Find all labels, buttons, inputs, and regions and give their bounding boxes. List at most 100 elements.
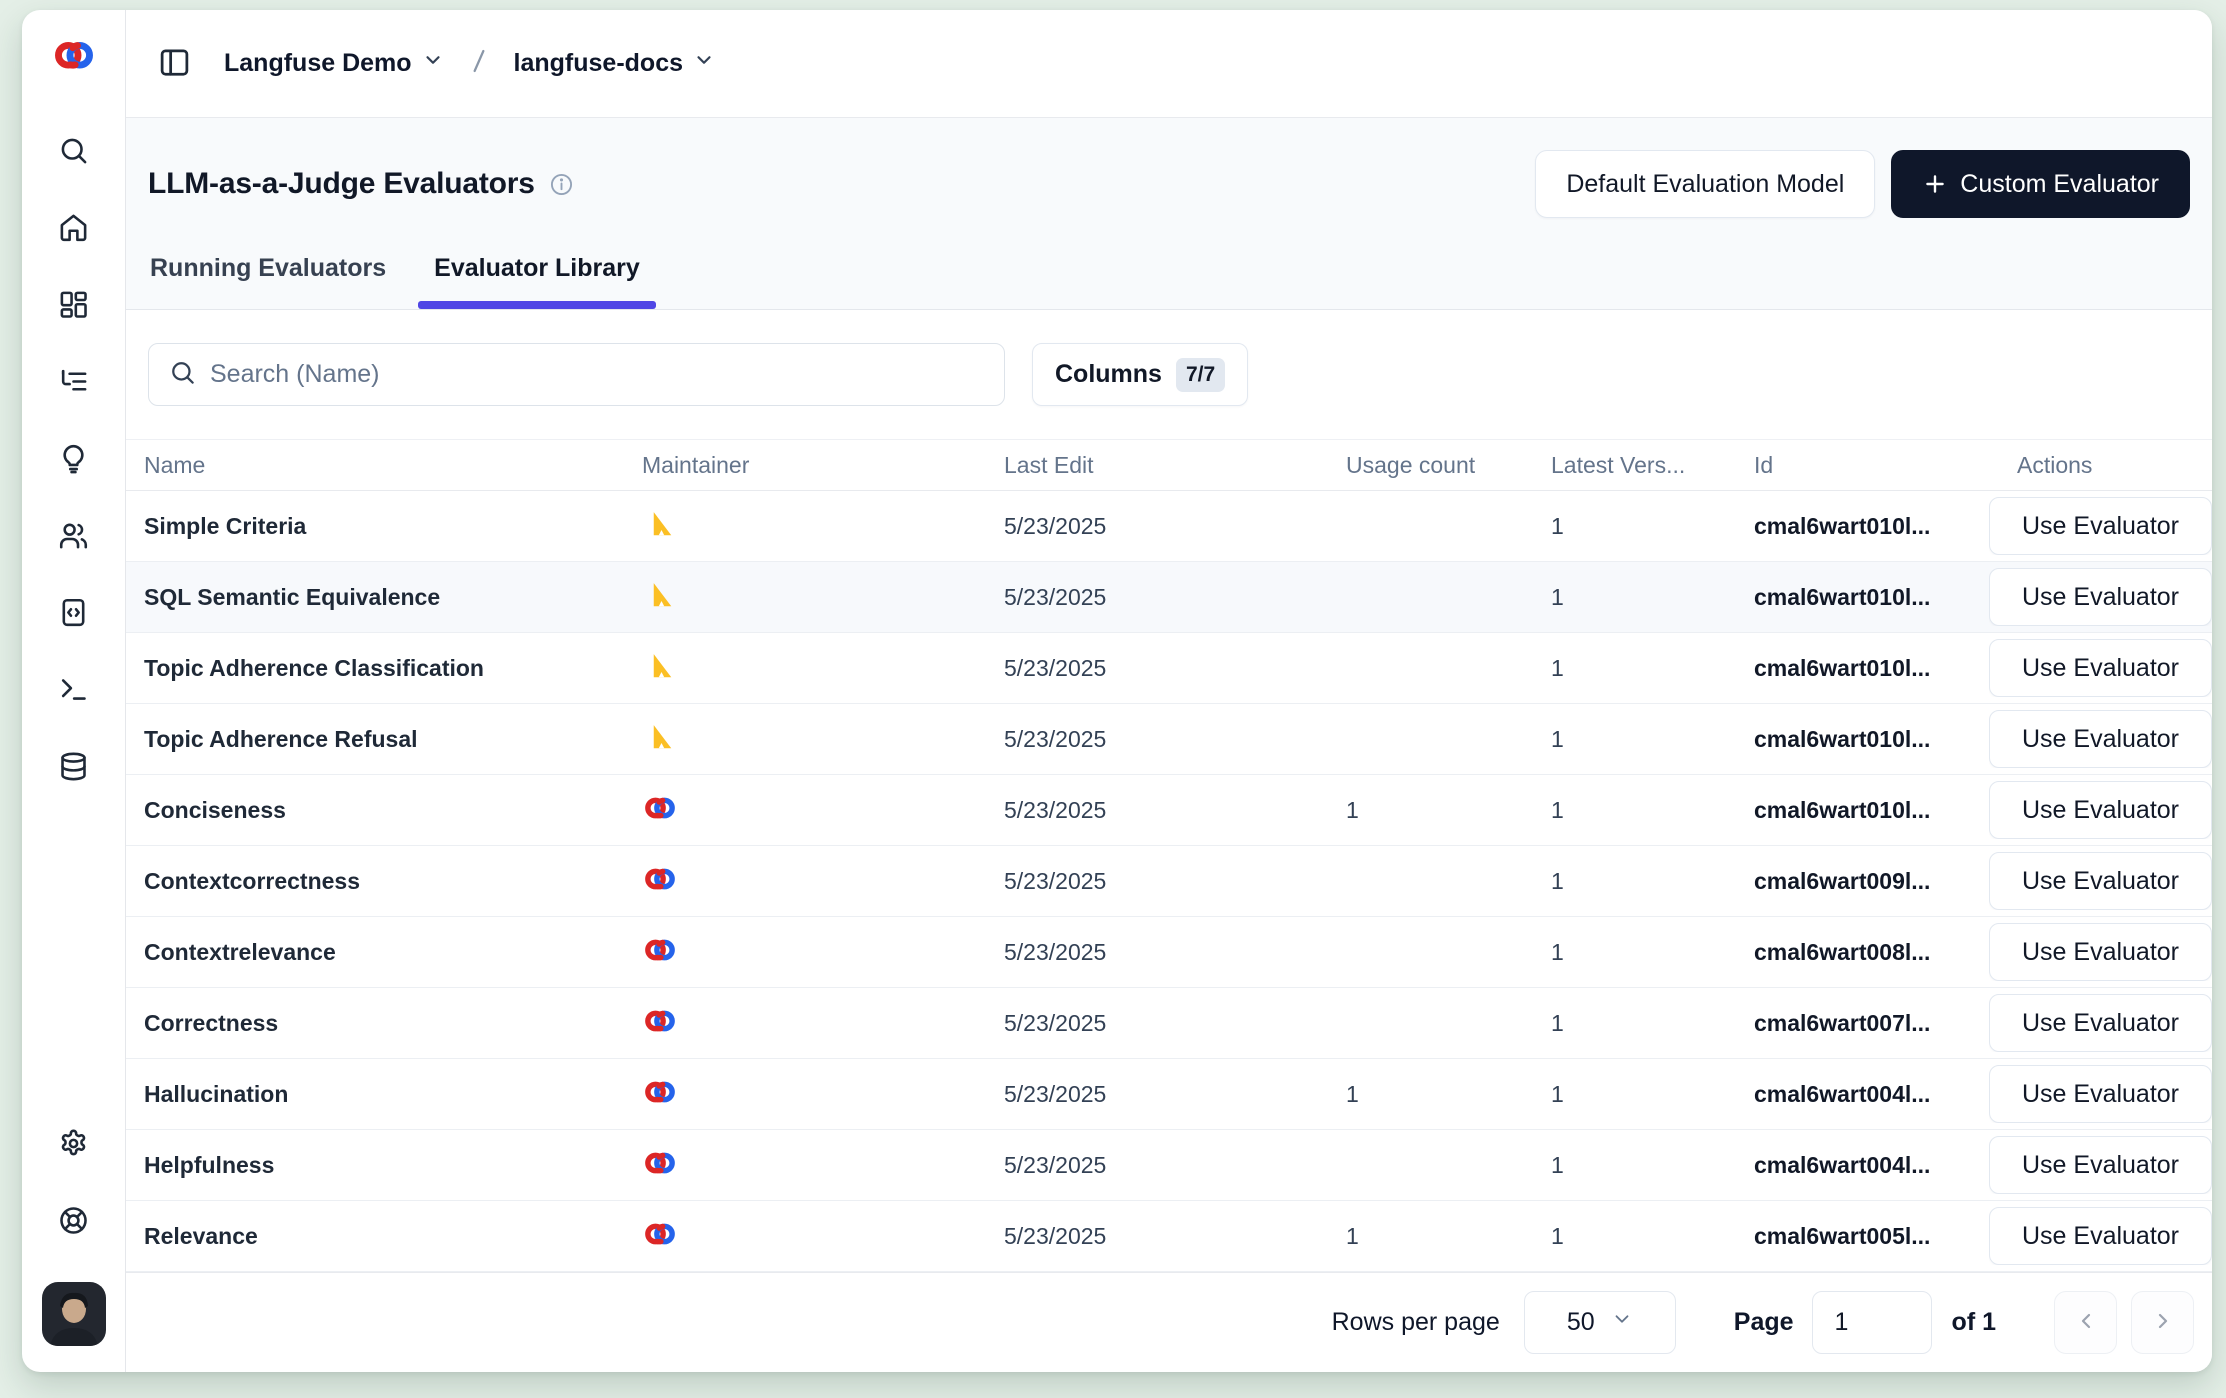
- org-switcher[interactable]: Langfuse Demo: [214, 41, 454, 86]
- columns-button[interactable]: Columns 7/7: [1032, 343, 1248, 406]
- last-edit-date: 5/23/2025: [1004, 868, 1346, 895]
- langfuse-logo-icon: [642, 935, 678, 965]
- column-header-maintainer[interactable]: Maintainer: [642, 452, 1004, 479]
- langfuse-logo-icon: [642, 793, 678, 823]
- usage-count: 1: [1346, 797, 1551, 824]
- use-evaluator-button[interactable]: Use Evaluator: [1989, 923, 2212, 981]
- table-row[interactable]: SQL Semantic Equivalence5/23/20251cmal6w…: [126, 562, 2212, 633]
- sidebar-item-data[interactable]: [52, 744, 96, 788]
- custom-evaluator-button[interactable]: Custom Evaluator: [1891, 150, 2190, 218]
- langfuse-logo-icon: [642, 1077, 678, 1107]
- evaluator-name: Hallucination: [126, 1081, 642, 1108]
- langfuse-logo-icon[interactable]: [51, 36, 97, 74]
- terminal-icon: [58, 674, 89, 705]
- use-evaluator-button[interactable]: Use Evaluator: [1989, 1136, 2212, 1194]
- last-edit-date: 5/23/2025: [1004, 1223, 1346, 1250]
- table-row[interactable]: Hallucination5/23/202511cmal6wart004l...…: [126, 1059, 2212, 1130]
- sidebar-item-datasets[interactable]: [52, 590, 96, 634]
- page-number-input[interactable]: [1812, 1291, 1932, 1354]
- use-evaluator-button[interactable]: Use Evaluator: [1989, 497, 2212, 555]
- latest-version: 1: [1551, 1223, 1754, 1250]
- chevron-left-icon: [2074, 1309, 2098, 1336]
- page-header: LLM-as-a-Judge Evaluators Default Evalua…: [126, 118, 2212, 310]
- tab-running-evaluators[interactable]: Running Evaluators: [150, 244, 386, 309]
- evaluator-id: cmal6wart008l...: [1754, 939, 1989, 966]
- use-evaluator-button[interactable]: Use Evaluator: [1989, 710, 2212, 768]
- chevron-down-icon: [422, 49, 444, 78]
- table-toolbar: Columns 7/7: [126, 310, 2212, 439]
- latest-version: 1: [1551, 584, 1754, 611]
- table-row[interactable]: Topic Adherence Classification5/23/20251…: [126, 633, 2212, 704]
- evaluator-id: cmal6wart010l...: [1754, 797, 1989, 824]
- use-evaluator-button[interactable]: Use Evaluator: [1989, 1065, 2212, 1123]
- column-header-id[interactable]: Id: [1754, 452, 1989, 479]
- column-header-actions: Actions: [1989, 452, 2212, 479]
- evaluator-name: Relevance: [126, 1223, 642, 1250]
- user-avatar[interactable]: [42, 1282, 106, 1346]
- column-header-latest-version[interactable]: Latest Vers...: [1551, 452, 1754, 479]
- topbar: Langfuse Demo langfuse-docs: [126, 10, 2212, 118]
- lifebuoy-icon: [58, 1205, 89, 1236]
- column-header-name[interactable]: Name: [126, 452, 642, 479]
- use-evaluator-button[interactable]: Use Evaluator: [1989, 568, 2212, 626]
- project-switcher[interactable]: langfuse-docs: [504, 41, 725, 86]
- sidebar-item-tracing[interactable]: [52, 359, 96, 403]
- sidebar-item-dashboards[interactable]: [52, 282, 96, 326]
- search-input[interactable]: [210, 360, 984, 389]
- latest-version: 1: [1551, 513, 1754, 540]
- home-icon: [58, 212, 89, 243]
- rows-per-page-label: Rows per page: [1332, 1308, 1500, 1337]
- sidebar-toggle-button[interactable]: [152, 42, 196, 86]
- table-row[interactable]: Helpfulness5/23/20251cmal6wart004l...Use…: [126, 1130, 2212, 1201]
- use-evaluator-button[interactable]: Use Evaluator: [1989, 1207, 2212, 1265]
- sidebar-item-home[interactable]: [52, 205, 96, 249]
- sidebar-item-support[interactable]: [52, 1198, 96, 1242]
- evaluator-id: cmal6wart004l...: [1754, 1081, 1989, 1108]
- chevron-right-icon: [2151, 1309, 2175, 1336]
- table-row[interactable]: Contextrelevance5/23/20251cmal6wart008l.…: [126, 917, 2212, 988]
- last-edit-date: 5/23/2025: [1004, 1152, 1346, 1179]
- evaluator-name: SQL Semantic Equivalence: [126, 584, 642, 611]
- previous-page-button[interactable]: [2054, 1291, 2117, 1354]
- use-evaluator-button[interactable]: Use Evaluator: [1989, 781, 2212, 839]
- use-evaluator-button[interactable]: Use Evaluator: [1989, 994, 2212, 1052]
- langfuse-logo-icon: [642, 1219, 678, 1249]
- table-row[interactable]: Relevance5/23/202511cmal6wart005l...Use …: [126, 1201, 2212, 1272]
- sidebar-item-prompts[interactable]: [52, 436, 96, 480]
- evaluator-id: cmal6wart004l...: [1754, 1152, 1989, 1179]
- evaluator-id: cmal6wart009l...: [1754, 868, 1989, 895]
- latest-version: 1: [1551, 1152, 1754, 1179]
- table-row[interactable]: Conciseness5/23/202511cmal6wart010l...Us…: [126, 775, 2212, 846]
- tab-bar: Running Evaluators Evaluator Library: [148, 244, 2190, 309]
- table-row[interactable]: Simple Criteria5/23/20251cmal6wart010l..…: [126, 491, 2212, 562]
- database-icon: [58, 751, 89, 782]
- main-area: Langfuse Demo langfuse-docs: [126, 10, 2212, 1372]
- use-evaluator-button[interactable]: Use Evaluator: [1989, 639, 2212, 697]
- last-edit-date: 5/23/2025: [1004, 939, 1346, 966]
- table-header-row: Name Maintainer Last Edit Usage count La…: [126, 439, 2212, 491]
- column-header-usage-count[interactable]: Usage count: [1346, 452, 1551, 479]
- rows-per-page-select[interactable]: 50: [1524, 1291, 1676, 1354]
- evaluator-id: cmal6wart005l...: [1754, 1223, 1989, 1250]
- evaluator-id: cmal6wart007l...: [1754, 1010, 1989, 1037]
- default-evaluation-model-button[interactable]: Default Evaluation Model: [1535, 150, 1875, 218]
- next-page-button[interactable]: [2131, 1291, 2194, 1354]
- sidebar-item-users[interactable]: [52, 513, 96, 557]
- sidebar-item-playground[interactable]: [52, 667, 96, 711]
- latest-version: 1: [1551, 1010, 1754, 1037]
- panel-left-icon: [158, 46, 191, 82]
- table-body: Simple Criteria5/23/20251cmal6wart010l..…: [126, 491, 2212, 1272]
- sidebar-item-search[interactable]: [52, 128, 96, 172]
- sidebar-item-settings[interactable]: [52, 1121, 96, 1165]
- latest-version: 1: [1551, 939, 1754, 966]
- app-window: Langfuse Demo langfuse-docs: [22, 10, 2212, 1372]
- tab-evaluator-library[interactable]: Evaluator Library: [434, 244, 640, 309]
- table-row[interactable]: Topic Adherence Refusal5/23/20251cmal6wa…: [126, 704, 2212, 775]
- table-row[interactable]: Correctness5/23/20251cmal6wart007l...Use…: [126, 988, 2212, 1059]
- table-row[interactable]: Contextcorrectness5/23/20251cmal6wart009…: [126, 846, 2212, 917]
- use-evaluator-button[interactable]: Use Evaluator: [1989, 852, 2212, 910]
- chevron-down-icon: [1611, 1308, 1633, 1337]
- info-icon[interactable]: [549, 172, 574, 197]
- custom-evaluator-label: Custom Evaluator: [1960, 170, 2159, 199]
- column-header-last-edit[interactable]: Last Edit: [1004, 452, 1346, 479]
